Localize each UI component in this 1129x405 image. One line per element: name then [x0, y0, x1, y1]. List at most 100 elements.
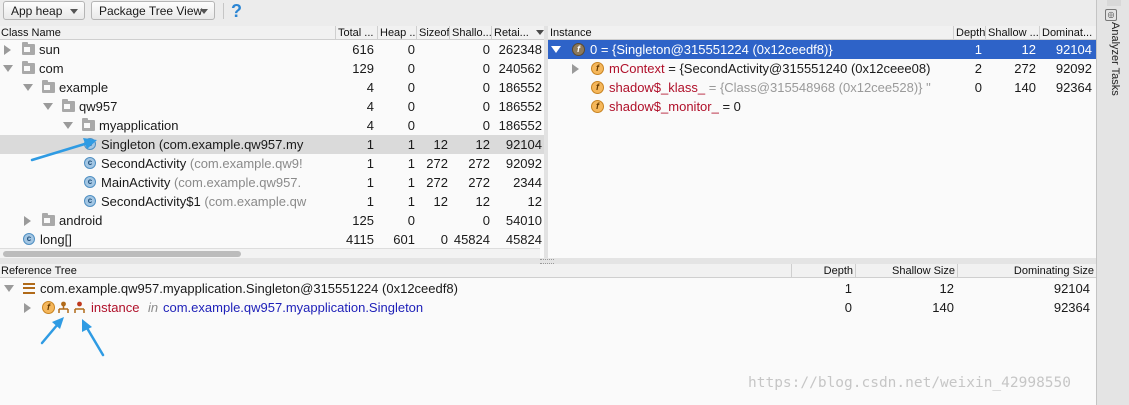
column-shallow-size[interactable]: Shallo...	[450, 26, 492, 40]
class-retained-value: 2344	[513, 175, 542, 190]
reference-in-word: in	[148, 300, 159, 315]
class-heap-value: 0	[407, 99, 415, 114]
instance-row[interactable]: f shadow$_klass_ = {Class@315548968 (0x12…	[548, 78, 1096, 97]
class-row[interactable]: example 4 0 0 186552	[0, 78, 544, 97]
expand-arrow-icon[interactable]	[24, 216, 31, 226]
class-shallow-value: 0	[482, 213, 490, 228]
instance-row[interactable]: f mContext = {SecondActivity@315551240 (0…	[548, 59, 1096, 78]
class-name: com	[39, 61, 64, 76]
column-total-count[interactable]: Total ...	[336, 26, 378, 40]
column-depth[interactable]: Depth	[954, 26, 986, 40]
instance-label: 0 = {Singleton@315551224 (0x12ceedf8)}	[590, 40, 952, 59]
instance-dominating-value: 92364	[1055, 80, 1092, 95]
class-total-value: 1	[366, 156, 374, 171]
class-name-label: MainActivity (com.example.qw957.	[101, 173, 332, 192]
view-select[interactable]: Package Tree View	[91, 1, 215, 20]
column-reference-tree[interactable]: Reference Tree	[0, 264, 792, 278]
class-retained-value: 45824	[505, 232, 542, 247]
class-retained-value: 54010	[505, 213, 542, 228]
column-ref-depth[interactable]: Depth	[792, 264, 856, 278]
class-package-detail: (com.example.qw957.my	[155, 137, 304, 152]
class-shallow-value: 0	[482, 42, 490, 57]
class-row[interactable]: android 125 0 0 54010	[0, 211, 544, 230]
class-sizeof-value	[417, 116, 448, 135]
class-heap-value: 0	[407, 42, 415, 57]
class-retained-value: 240562	[498, 61, 542, 76]
class-sizeof-value	[417, 211, 448, 230]
class-retained-value: 92092	[505, 156, 542, 171]
instance-field-name: shadow$_klass_	[609, 80, 706, 95]
package-folder-icon	[22, 42, 35, 55]
collapse-arrow-icon[interactable]	[63, 122, 73, 129]
instance-header: Instance Depth Shallow ... Dominat...	[548, 26, 1096, 40]
scrollbar-thumb[interactable]	[3, 251, 241, 257]
collapse-arrow-icon[interactable]	[4, 285, 14, 292]
column-dominating-size[interactable]: Dominat...	[1040, 26, 1096, 40]
class-name: SecondActivity	[101, 156, 187, 171]
column-shallow-size[interactable]: Shallow ...	[986, 26, 1040, 40]
column-instance[interactable]: Instance	[548, 26, 954, 40]
expand-arrow-icon[interactable]	[572, 64, 579, 74]
class-sizeof-value: 272	[426, 156, 448, 171]
class-row[interactable]: c SecondActivity (com.example.qw9! 1 1 272 27…	[0, 154, 544, 173]
class-name: qw957	[79, 99, 118, 114]
instance-depth-value: 0	[974, 80, 982, 95]
reference-row-root[interactable]: com.example.qw957.myapplication.Singleto…	[0, 279, 1096, 298]
class-row[interactable]: c Singleton (com.example.qw957.my 1 1 12 12 92…	[0, 135, 544, 154]
collapse-arrow-icon[interactable]	[551, 46, 561, 53]
field-icon: f	[591, 81, 604, 94]
column-sizeof[interactable]: Sizeof	[417, 26, 450, 40]
expand-arrow-icon[interactable]	[4, 45, 11, 55]
class-total-value: 4	[366, 80, 374, 95]
class-list-panel: Class Name Total ... Heap ... Sizeof Sha…	[0, 26, 544, 258]
class-row[interactable]: qw957 4 0 0 186552	[0, 97, 544, 116]
chevron-down-icon	[200, 9, 208, 14]
class-package-detail: (com.example.qw9!	[186, 156, 303, 171]
chevron-down-icon	[70, 9, 78, 14]
class-sizeof-value	[417, 97, 448, 116]
help-icon[interactable]: ?	[231, 0, 247, 22]
column-class-name[interactable]: Class Name	[0, 26, 336, 40]
column-heap-count[interactable]: Heap ...	[378, 26, 417, 40]
class-row[interactable]: myapplication 4 0 0 186552	[0, 116, 544, 135]
sort-desc-icon[interactable]	[536, 30, 544, 35]
reference-owner-class[interactable]: com.example.qw957.myapplication.Singleto…	[163, 298, 423, 317]
class-heap-value: 1	[407, 175, 415, 190]
reference-root-label: com.example.qw957.myapplication.Singleto…	[40, 281, 458, 296]
class-row[interactable]: c MainActivity (com.example.qw957. 1 1 272 27…	[0, 173, 544, 192]
instance-shallow-value	[986, 97, 1036, 116]
instance-row[interactable]: f shadow$_monitor_ = 0	[548, 97, 1096, 116]
class-row[interactable]: c SecondActivity$1 (com.example.qw 1 1 12 12 1…	[0, 192, 544, 211]
class-retained-value: 186552	[498, 99, 542, 114]
instance-depth-value: 2	[974, 61, 982, 76]
class-row[interactable]: com 129 0 0 240562	[0, 59, 544, 78]
class-sizeof-value	[417, 78, 448, 97]
ref-shallow-value: 140	[932, 300, 954, 315]
reference-row-instance[interactable]: f instance in com.example.qw957.myapplic…	[0, 298, 1096, 317]
class-shallow-value: 0	[482, 80, 490, 95]
class-name: Singleton	[101, 137, 156, 152]
toolbar-divider	[223, 3, 224, 19]
field-icon: f	[591, 100, 604, 113]
class-icon: c	[23, 233, 35, 245]
package-folder-icon	[42, 80, 55, 93]
class-icon: c	[84, 138, 96, 150]
instance-label: mContext = {SecondActivity@315551240 (0x…	[609, 59, 952, 78]
class-row[interactable]: sun 616 0 0 262348	[0, 40, 544, 59]
heap-select[interactable]: App heap	[3, 1, 85, 20]
collapse-arrow-icon[interactable]	[3, 65, 13, 72]
collapse-arrow-icon[interactable]	[43, 103, 53, 110]
class-row[interactable]: c long[] 4115 601 0 45824 45824	[0, 230, 544, 249]
column-ref-shallow-size[interactable]: Shallow Size	[856, 264, 958, 278]
instance-row[interactable]: f 0 = {Singleton@315551224 (0x12ceedf8)} 1…	[548, 40, 1096, 59]
class-heap-value: 1	[407, 137, 415, 152]
analyzer-icon: ◎	[1105, 9, 1117, 21]
column-ref-dominating-size[interactable]: Dominating Size	[958, 264, 1096, 278]
instance-field-name: 0 = {Singleton@315551224 (0x12ceedf8)}	[590, 42, 833, 57]
expand-arrow-icon[interactable]	[24, 303, 31, 313]
collapse-arrow-icon[interactable]	[23, 84, 33, 91]
class-name: MainActivity	[101, 175, 171, 190]
class-retained-value: 262348	[498, 42, 542, 57]
analyzer-tasks-tab[interactable]: Analyzer Tasks	[1103, 22, 1121, 112]
view-select-value: Package Tree View	[99, 4, 203, 18]
